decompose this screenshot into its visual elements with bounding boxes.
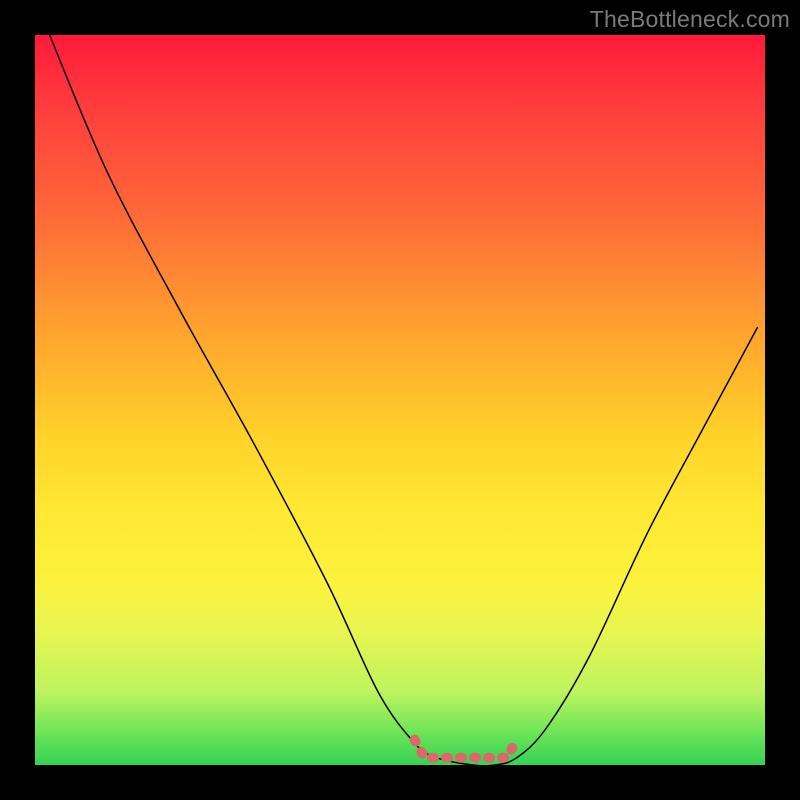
optimal-range-marker xyxy=(415,740,517,758)
plot-area xyxy=(35,35,765,765)
chart-stage: TheBottleneck.com xyxy=(0,0,800,800)
bottleneck-curve xyxy=(50,35,758,766)
curve-svg xyxy=(35,35,765,765)
watermark-label: TheBottleneck.com xyxy=(590,6,790,33)
